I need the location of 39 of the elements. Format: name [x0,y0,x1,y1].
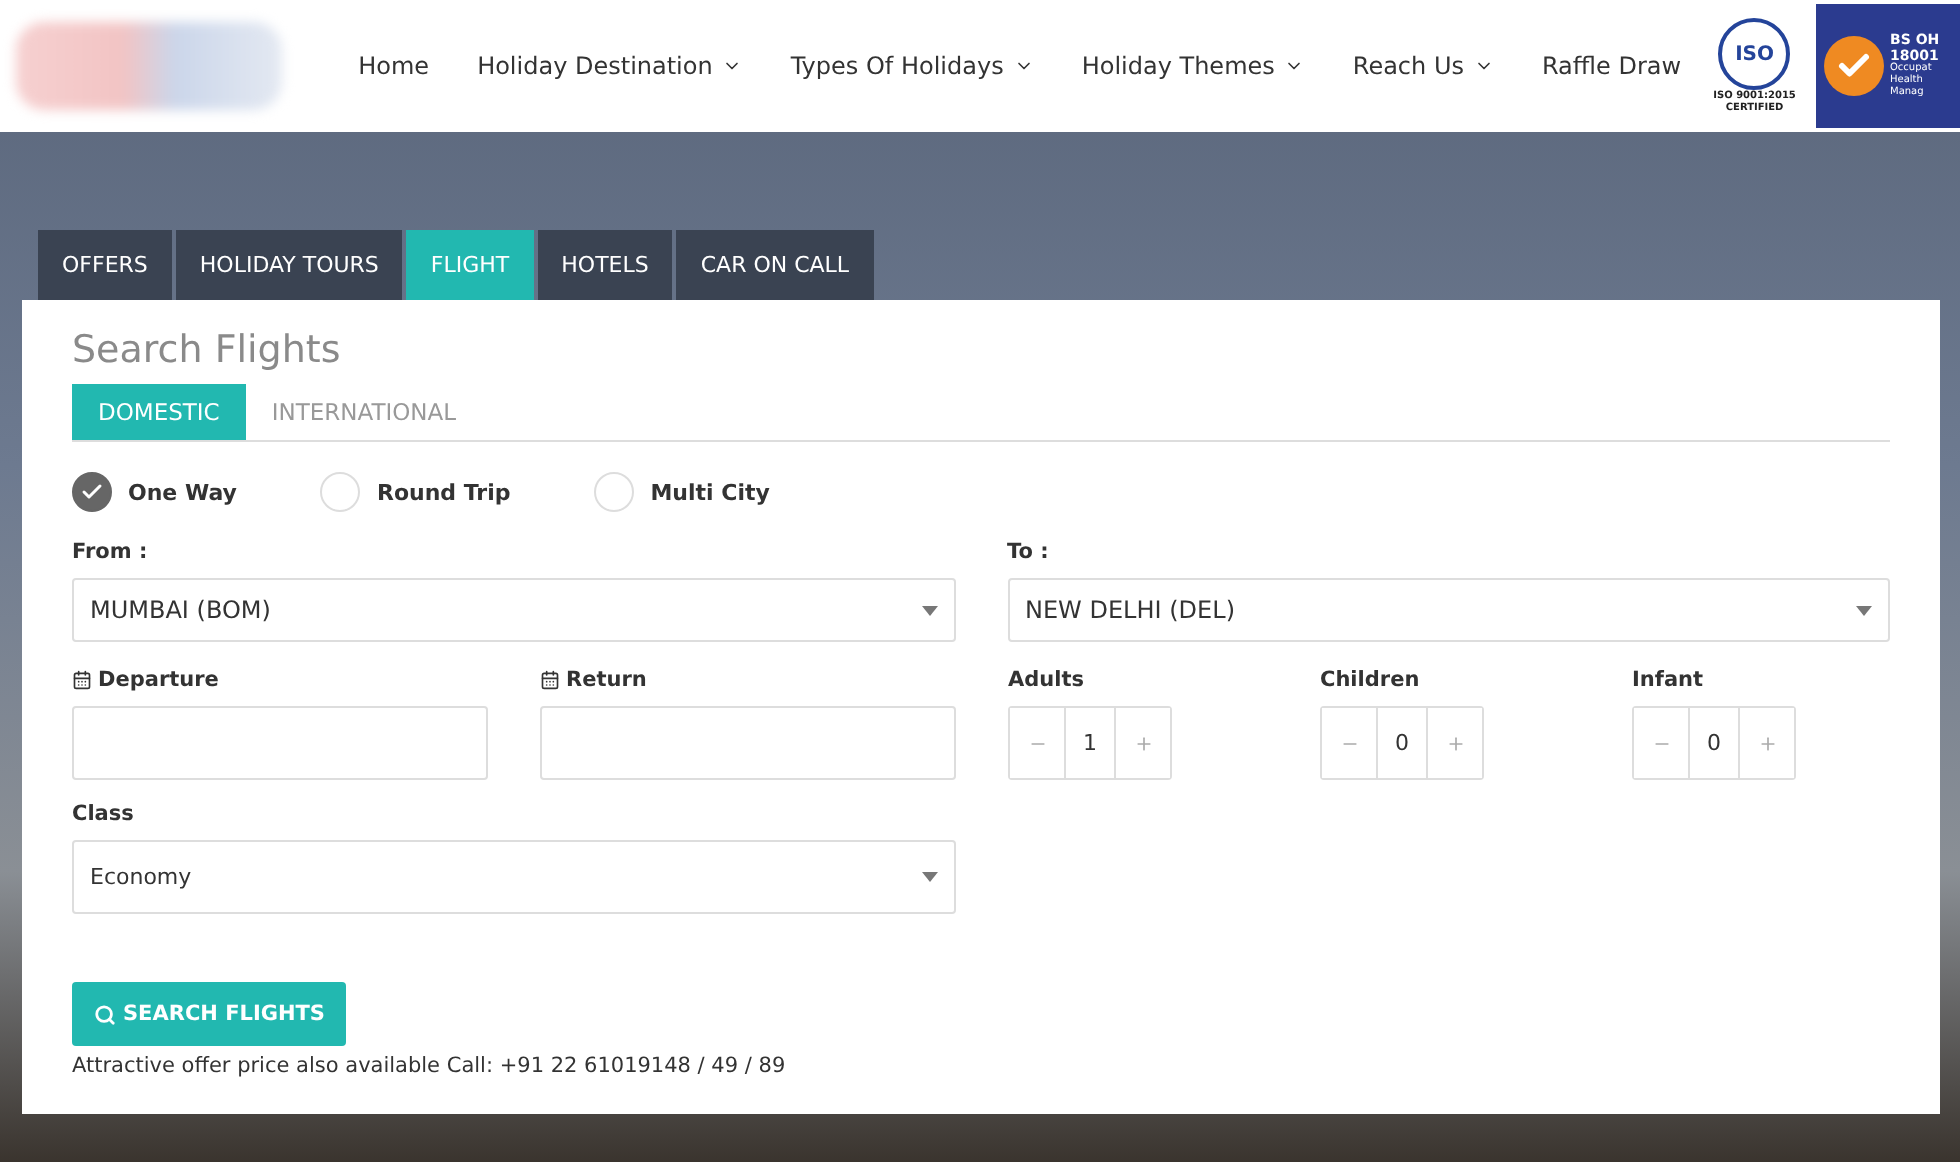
category-tab[interactable]: HOTELS [537,230,673,300]
field-label: Adults [1008,666,1086,694]
radio-label: Round Trip [376,479,511,505]
field-label: To : [1007,538,1051,566]
class-select[interactable]: Economy [72,840,956,914]
search-icon [93,1003,115,1025]
date-input[interactable] [540,706,956,780]
plus-icon [1133,733,1153,753]
calendar-icon [540,670,560,690]
nav-link[interactable]: Holiday Themes [1057,52,1329,80]
nav-link[interactable]: Reach Us [1328,52,1518,80]
date-input[interactable] [72,706,488,780]
radio-label: One Way [128,479,237,505]
field-label: Children [1320,666,1422,694]
field-label: Return [566,668,647,692]
calendar-icon [72,670,92,690]
field-label: Class [72,800,136,828]
nav-link[interactable]: Home [334,52,454,80]
panel-title: Search Flights [72,328,343,376]
dropdown-arrow-icon [921,605,937,615]
field-label: From : [72,538,150,566]
plus-icon [1757,733,1777,753]
category-tab[interactable]: HOLIDAY TOURS [175,230,403,300]
nav-link[interactable]: Raffle Draw [1517,52,1706,80]
nav-link[interactable]: Types Of Holidays [766,52,1058,80]
offer-note: Attractive offer price also available Call: +91 22 61019148 / 49 / 89 [72,1054,788,1078]
dropdown-arrow-icon [922,872,938,882]
nav-link[interactable]: Holiday Destination [453,52,767,80]
dropdown-arrow-icon [1856,605,1872,615]
radio-button[interactable] [72,472,112,512]
category-tab[interactable]: CAR ON CALL [676,230,874,300]
radio-label: Multi City [650,479,770,505]
field-label: Departure [98,668,219,692]
airport-select[interactable]: NEW DELHI (DEL) [1007,578,1890,642]
field-label: Infant [1632,666,1706,694]
airport-select[interactable]: MUMBAI (BOM) [72,578,955,642]
check-icon [80,480,104,504]
category-tab[interactable]: OFFERS [38,230,172,300]
plus-icon [1445,733,1465,753]
